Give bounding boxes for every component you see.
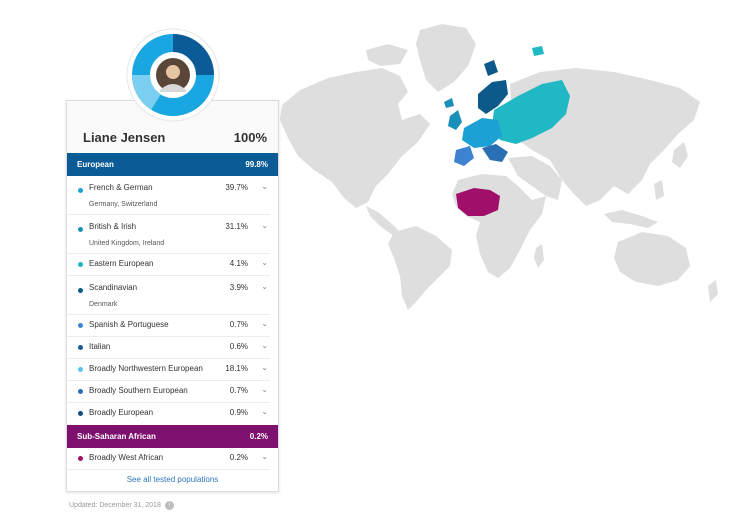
population-percent: 0.7% (229, 386, 248, 395)
population-name: Broadly Northwestern European (89, 364, 203, 373)
population-color-dot (78, 367, 83, 372)
population-percent: 39.7% (225, 183, 248, 192)
world-map (280, 24, 718, 310)
population-color-dot (78, 411, 83, 416)
population-subregions: Germany, Switzerland (89, 201, 158, 208)
map-australia (614, 232, 690, 286)
map-north-america (280, 68, 430, 208)
population-name: French & German (89, 183, 153, 192)
map-japan (672, 142, 688, 168)
population-color-dot (78, 389, 83, 394)
population-percent: 3.9% (229, 283, 248, 292)
chevron-down-icon[interactable]: ⌄ (261, 341, 268, 350)
group-label: Sub-Saharan African (77, 432, 156, 441)
group-european[interactable]: European 99.8% (67, 153, 278, 176)
population-percent: 0.9% (229, 408, 248, 417)
map-french-german (462, 118, 502, 148)
map-iberia (454, 146, 474, 166)
chevron-down-icon[interactable]: ⌄ (261, 221, 268, 230)
chevron-down-icon[interactable]: ⌄ (261, 182, 268, 191)
population-percent: 31.1% (225, 222, 248, 231)
chevron-down-icon[interactable]: ⌄ (261, 319, 268, 328)
population-name: Scandinavian (89, 283, 138, 292)
person-total-percent: 100% (233, 130, 267, 145)
chevron-down-icon[interactable]: ⌄ (261, 282, 268, 291)
group-label: European (77, 160, 114, 169)
population-name: Broadly European (89, 408, 154, 417)
population-row-spanish-portuguese[interactable]: Spanish & Portuguese 0.7% ⌄ (67, 315, 270, 337)
population-row-broadly-southern-european[interactable]: Broadly Southern European 0.7% ⌄ (67, 381, 270, 403)
population-color-dot (78, 227, 83, 232)
group-sub-saharan-african[interactable]: Sub-Saharan African 0.2% (67, 425, 278, 448)
map-africa (452, 174, 546, 278)
chevron-down-icon[interactable]: ⌄ (261, 452, 268, 461)
population-name: British & Irish (89, 222, 137, 231)
population-row-italian[interactable]: Italian 0.6% ⌄ (67, 337, 270, 359)
map-central-america (366, 206, 400, 236)
population-color-dot (78, 288, 83, 293)
see-all-populations-link[interactable]: See all tested populations (67, 467, 278, 491)
map-british-isles (448, 110, 462, 130)
map-canada-islands (366, 44, 408, 66)
population-name: Italian (89, 342, 111, 351)
info-icon[interactable]: i (164, 501, 174, 510)
map-new-zealand (708, 280, 718, 302)
chevron-down-icon[interactable]: ⌄ (261, 407, 268, 416)
population-percent: 4.1% (229, 259, 248, 268)
map-indonesia (604, 210, 658, 228)
population-subregions: Denmark (89, 301, 118, 308)
population-color-dot (78, 262, 83, 267)
person-name: Liane Jensen (83, 130, 166, 145)
population-color-dot (78, 456, 83, 461)
map-nordic-north (484, 60, 498, 76)
population-row-broadly-northwestern-european[interactable]: Broadly Northwestern European 18.1% ⌄ (67, 359, 270, 381)
population-row-british-irish[interactable]: British & Irish United Kingdom, Ireland … (67, 215, 270, 254)
ancestry-donut-chart (126, 28, 220, 122)
map-svalbard (532, 46, 544, 56)
map-south-america (388, 226, 452, 310)
population-subregions: United Kingdom, Ireland (89, 240, 165, 247)
population-color-dot (78, 345, 83, 350)
map-philippines (654, 180, 664, 200)
population-percent: 18.1% (225, 364, 248, 373)
map-greenland (416, 24, 476, 92)
chevron-down-icon[interactable]: ⌄ (261, 385, 268, 394)
group-percent: 99.8% (245, 160, 268, 169)
population-name: Broadly West African (89, 453, 164, 462)
population-name: Eastern European (89, 259, 154, 268)
population-name: Broadly Southern European (89, 386, 188, 395)
updated-note: Updated: December 31, 2018 i (69, 501, 174, 510)
map-madagascar (534, 244, 544, 268)
population-percent: 0.2% (229, 453, 248, 462)
updated-label: Updated: December 31, 2018 (69, 502, 161, 509)
chevron-down-icon[interactable]: ⌄ (261, 258, 268, 267)
population-row-french-german[interactable]: French & German Germany, Switzerland 39.… (67, 176, 270, 215)
avatar (156, 58, 190, 92)
population-row-eastern-european[interactable]: Eastern European 4.1% ⌄ (67, 254, 270, 276)
population-color-dot (78, 323, 83, 328)
population-name: Spanish & Portuguese (89, 320, 169, 329)
map-iceland (444, 98, 454, 108)
group-percent: 0.2% (249, 432, 268, 441)
population-color-dot (78, 188, 83, 193)
population-row-scandinavian[interactable]: Scandinavian Denmark 3.9% ⌄ (67, 276, 270, 315)
map-italy-balkans (482, 144, 508, 162)
ancestry-composition-card: Liane Jensen 100% European 99.8% French … (66, 100, 279, 492)
population-percent: 0.7% (229, 320, 248, 329)
population-row-broadly-european[interactable]: Broadly European 0.9% ⌄ (67, 403, 270, 425)
population-percent: 0.6% (229, 342, 248, 351)
chevron-down-icon[interactable]: ⌄ (261, 363, 268, 372)
